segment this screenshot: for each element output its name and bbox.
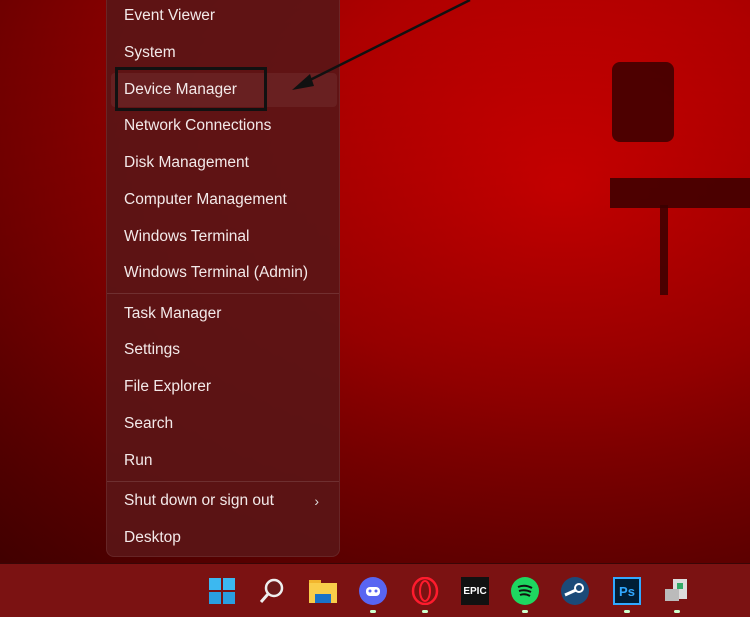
running-indicator [522, 610, 528, 613]
device-manager-icon[interactable] [663, 577, 691, 605]
ps-label: Ps [619, 583, 635, 599]
epic-label: EPIC [463, 585, 487, 597]
epic-games-icon[interactable]: EPIC [461, 577, 489, 605]
running-indicator [422, 610, 428, 613]
photoshop-icon[interactable]: Ps [613, 577, 641, 605]
windows-start-icon[interactable] [208, 577, 236, 605]
taskbar: EPIC Ps [0, 563, 750, 617]
running-indicator [624, 610, 630, 613]
spotify-icon[interactable] [511, 577, 539, 605]
annotation-arrow [292, 0, 471, 90]
discord-icon[interactable] [359, 577, 387, 605]
steam-icon[interactable] [561, 577, 589, 605]
opera-icon[interactable] [411, 577, 439, 605]
running-indicator [370, 610, 376, 613]
running-indicator [674, 610, 680, 613]
search-icon[interactable] [258, 577, 286, 605]
file-explorer-icon[interactable] [309, 577, 337, 605]
